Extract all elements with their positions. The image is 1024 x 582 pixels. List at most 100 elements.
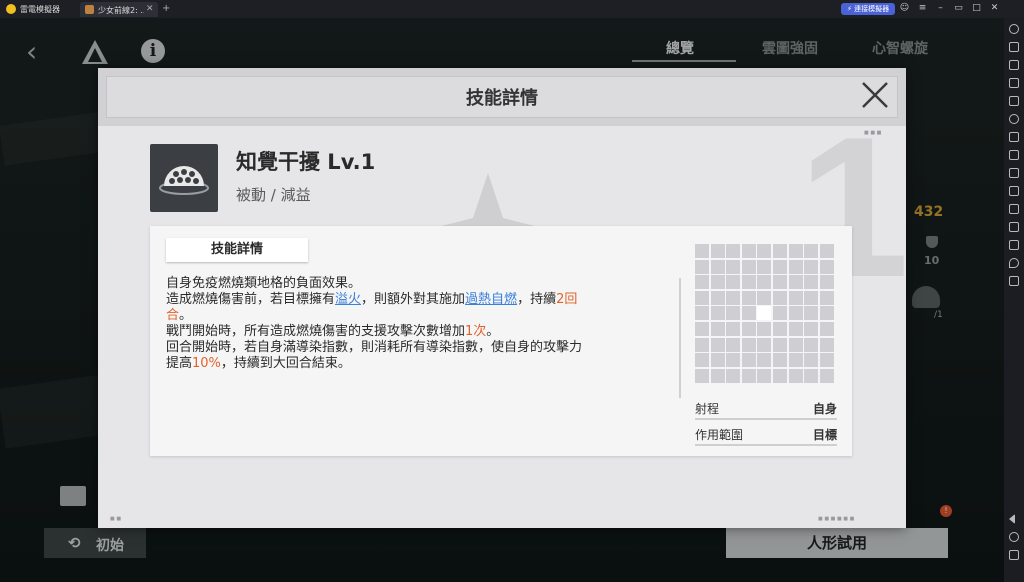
description-line: 回合開始時，若自身滿導染指數，則消耗所有導染指數，使自身的攻擊力 <box>166 340 676 356</box>
description-text: 戰鬥開始時，所有造成燃燒傷害的支援攻擊次數增加 <box>166 324 466 339</box>
emulator-logo-icon <box>6 4 16 14</box>
grid-cell <box>695 306 709 321</box>
decorative-code: ■ ■ <box>110 516 122 522</box>
volume-down-icon[interactable] <box>1009 78 1019 88</box>
grid-cell <box>819 259 834 274</box>
skill-description: 自身免疫燃燒類地格的負面效果。 造成燃燒傷害前，若目標擁有溢火，則額外對其施加過… <box>166 276 676 372</box>
maximize-icon[interactable]: □ <box>971 3 982 14</box>
description-text: 提高 <box>166 356 193 371</box>
modal-header: 技能詳情 <box>98 68 906 126</box>
grid-cell <box>788 259 803 274</box>
keyword-overheat-ignition-link[interactable]: 過熱自燃 <box>465 292 517 307</box>
apk-install-icon[interactable] <box>1009 132 1019 142</box>
grid-cell <box>710 290 725 305</box>
grid-cell <box>741 368 756 383</box>
back-nav-icon[interactable] <box>1009 514 1015 524</box>
grid-cell <box>726 353 741 368</box>
area-row: 作用範圍 目標 <box>695 426 837 446</box>
phone-icon[interactable] <box>1009 222 1019 232</box>
settings-icon[interactable] <box>1009 24 1019 34</box>
grid-cell <box>726 322 741 336</box>
grid-cell <box>773 275 787 290</box>
sync-icon[interactable] <box>1009 204 1019 214</box>
home-nav-icon[interactable] <box>1009 532 1019 542</box>
grid-cell <box>773 306 787 321</box>
detail-tab[interactable]: 技能詳情 <box>166 238 308 262</box>
grid-cell <box>773 368 787 383</box>
grid-cell <box>726 368 741 383</box>
grid-cell <box>819 244 834 258</box>
grid-cell <box>804 337 819 352</box>
grid-cell <box>695 353 709 368</box>
grid-cell <box>804 306 819 321</box>
description-text: 造成燃燒傷害前，若目標擁有 <box>166 292 336 307</box>
highlight-number: 1次 <box>465 324 487 339</box>
grid-cell <box>773 259 787 274</box>
account-icon[interactable]: ☺ <box>899 3 910 14</box>
grid-cell <box>710 368 725 383</box>
screenshot-icon[interactable] <box>1009 96 1019 106</box>
skill-detail-modal: 1 技能詳情 知覺干擾 Lv.1 被動 / 減益 技能詳情 自身免疫燃燒類地格的… <box>98 68 906 528</box>
grid-cell-self <box>757 306 772 321</box>
grid-cell <box>710 353 725 368</box>
grid-cell <box>710 322 725 336</box>
scissor-icon[interactable] <box>1009 168 1019 178</box>
perception-dome-icon <box>159 166 209 195</box>
grid-cell <box>819 290 834 305</box>
decorative-code: ■ ■ ■ <box>864 130 882 136</box>
grid-cell <box>757 322 772 336</box>
record-icon[interactable] <box>1009 114 1019 124</box>
emulator-side-toolbar <box>1004 18 1024 582</box>
grid-cell <box>773 244 787 258</box>
location-icon[interactable] <box>1009 258 1019 268</box>
grid-cell <box>757 244 772 258</box>
multi-instance-icon[interactable] <box>1009 150 1019 160</box>
description-text: ，持續到大回合結束。 <box>220 356 351 371</box>
description-text: ，持續 <box>517 292 557 307</box>
grid-cell <box>804 322 819 336</box>
tab-close-icon[interactable]: ✕ <box>146 4 154 14</box>
grid-cell <box>819 353 834 368</box>
description-text: ，則額外對其施加 <box>361 292 466 307</box>
folder-icon[interactable] <box>1009 240 1019 250</box>
restore-icon[interactable]: ▭ <box>953 3 964 14</box>
grid-cell <box>695 244 709 258</box>
range-label: 射程 <box>695 402 720 416</box>
highlight-number: 10% <box>192 356 221 371</box>
close-window-icon[interactable]: ✕ <box>989 3 1000 14</box>
minimize-icon[interactable]: – <box>935 3 946 14</box>
emulator-tab-game[interactable]: 少女前線2: ... ✕ <box>80 2 158 17</box>
grid-cell <box>804 244 819 258</box>
grid-cell <box>741 259 756 274</box>
grid-cell <box>710 259 725 274</box>
grid-cell <box>788 306 803 321</box>
grid-cell <box>741 244 756 258</box>
game-tab-icon <box>85 5 94 14</box>
more-icon[interactable] <box>1009 276 1019 286</box>
recent-apps-icon[interactable] <box>1009 550 1019 560</box>
emulator-app-name: 雷電模擬器 <box>20 5 60 14</box>
emulator-tab-title: 少女前線2: ... <box>98 6 144 15</box>
description-scrollbar[interactable] <box>679 278 681 398</box>
grid-cell <box>788 368 803 383</box>
skill-name: 知覺干擾 Lv.1 <box>236 150 376 174</box>
close-icon[interactable] <box>860 80 890 110</box>
description-text: 。 <box>486 324 500 339</box>
grid-cell <box>741 275 756 290</box>
add-tab-button[interactable]: + <box>162 3 170 14</box>
grid-cell <box>757 353 772 368</box>
grid-cell <box>788 244 803 258</box>
volume-up-icon[interactable] <box>1009 60 1019 70</box>
keyboard-icon[interactable] <box>1009 42 1019 52</box>
grid-cell <box>695 259 709 274</box>
grid-cell <box>819 306 834 321</box>
grid-cell <box>773 353 787 368</box>
decorative-code: ■ ■ ■ ■ ■ ■ <box>818 516 855 522</box>
keyword-overflow-fire-link[interactable]: 溢火 <box>335 292 361 307</box>
menu-icon[interactable]: ≡ <box>917 3 928 14</box>
grid-cell <box>710 275 725 290</box>
grid-cell <box>695 275 709 290</box>
video-icon[interactable] <box>1009 186 1019 196</box>
highlight-number: 2回 <box>556 292 578 307</box>
sync-emulator-button[interactable]: ⚡ 連接模擬器 <box>841 3 896 15</box>
